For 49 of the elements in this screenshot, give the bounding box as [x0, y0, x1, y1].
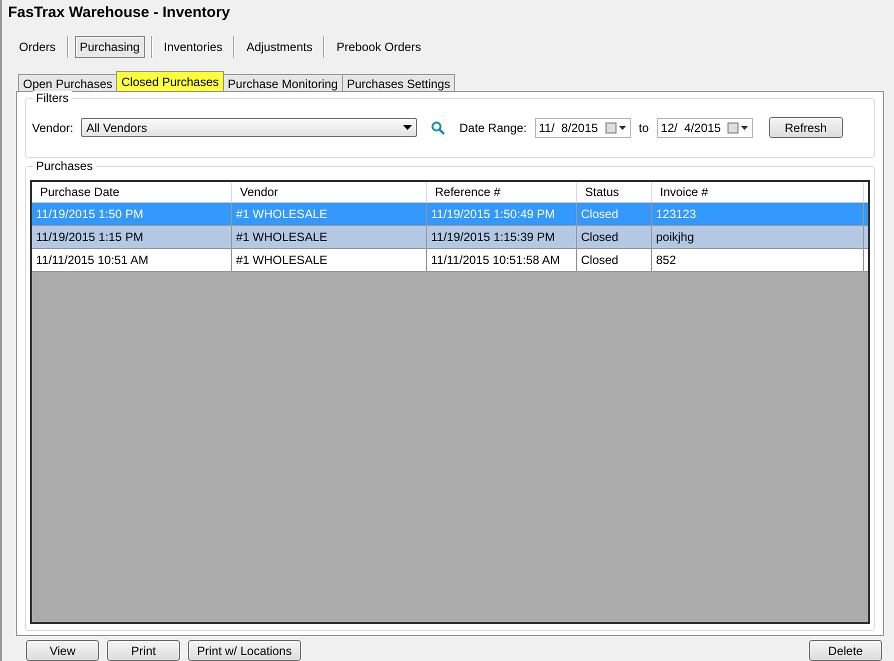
table-cell: #1 WHOLESALE	[232, 226, 427, 248]
module-tab[interactable]: Inventories	[158, 36, 228, 58]
table-cell: 11/19/2015 1:50:49 PM	[427, 203, 577, 225]
column-header[interactable]: Invoice #	[652, 182, 864, 202]
column-header[interactable]: Purchase Date	[32, 182, 232, 202]
module-tab[interactable]: Orders	[14, 36, 61, 58]
tab[interactable]: Open Purchases	[18, 74, 118, 91]
table-cell: 123123	[652, 203, 864, 225]
action-button[interactable]: Print	[107, 640, 180, 661]
table-cell: Closed	[577, 249, 652, 271]
date-picker[interactable]: 12/ 4/2015	[656, 118, 753, 138]
date-range-label: Date Range:	[459, 120, 527, 134]
table-row[interactable]: 11/11/2015 10:51 AM #1 WHOLESALE 11/11/2015 10:51:58 AM Closed 852	[32, 249, 868, 272]
table-cell: #1 WHOLESALE	[232, 203, 427, 225]
refresh-button[interactable]: Refresh	[768, 117, 843, 138]
module-tab[interactable]: Prebook Orders	[331, 36, 426, 58]
window-title: FasTrax Warehouse - Inventory	[7, 3, 232, 23]
group-title: Purchases	[33, 159, 96, 173]
action-button[interactable]: Print w/ Locations	[188, 640, 301, 661]
table-cell: 11/11/2015 10:51:58 AM	[427, 249, 577, 271]
table-cell: Closed	[577, 226, 652, 248]
calendar-icon[interactable]	[726, 122, 749, 134]
tab[interactable]: Closed Purchases	[116, 71, 224, 91]
calendar-icon[interactable]	[604, 122, 627, 134]
table-cell: 11/19/2015 1:15 PM	[32, 226, 232, 248]
column-header[interactable]: Reference #	[427, 182, 577, 202]
table-cell: 11/11/2015 10:51 AM	[32, 249, 232, 271]
dropdown-arrow-icon[interactable]	[403, 125, 412, 130]
table-row[interactable]: 11/19/2015 1:15 PM #1 WHOLESALE 11/19/2015 1:15:39 PM Closed poikjhg	[32, 226, 868, 249]
table-cell: 11/19/2015 1:50 PM	[32, 203, 232, 225]
table-cell: Closed	[577, 203, 652, 225]
to-label: to	[638, 120, 649, 134]
group-title: Filters	[33, 91, 72, 105]
table-cell: poikjhg	[652, 226, 864, 248]
vendor-dropdown[interactable]: All Vendors	[81, 118, 418, 137]
search-icon[interactable]	[431, 120, 446, 134]
vendor-label: Vendor:	[32, 120, 74, 134]
table-cell: #1 WHOLESALE	[232, 249, 427, 271]
module-tab[interactable]: Purchasing	[74, 36, 145, 58]
action-button[interactable]: View	[26, 640, 99, 661]
tab[interactable]: Purchases Settings	[342, 74, 456, 91]
column-header[interactable]: Status	[577, 182, 652, 202]
module-tab[interactable]: Adjustments	[241, 36, 318, 58]
table-cell: 852	[652, 249, 864, 271]
column-header[interactable]: Vendor	[232, 182, 427, 202]
tab[interactable]: Purchase Monitoring	[222, 74, 343, 91]
action-button[interactable]: Delete	[809, 640, 882, 661]
date-picker[interactable]: 11/ 8/2015	[534, 118, 631, 138]
table-cell: 11/19/2015 1:15:39 PM	[427, 226, 577, 248]
